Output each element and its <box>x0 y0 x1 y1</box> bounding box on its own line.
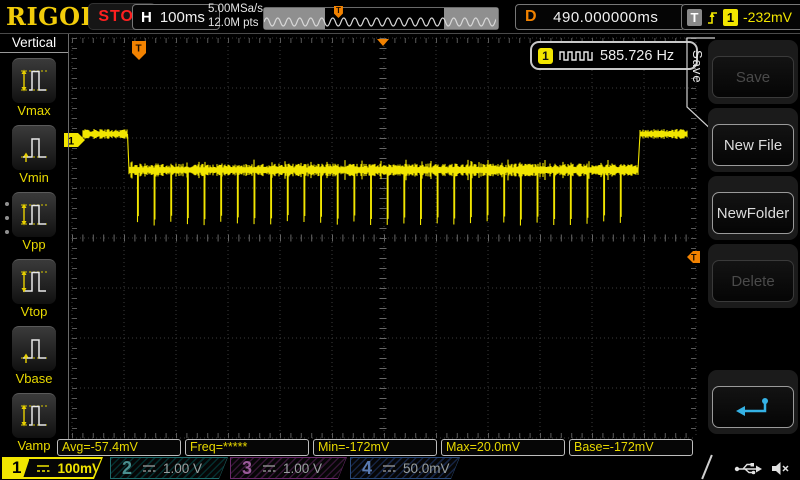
delay-label: D <box>525 8 537 25</box>
measurement-results-bar: Avg=-57.4mV Freq=***** Min=-172mV Max=20… <box>57 439 693 456</box>
channel-status-bar: 1 100mV 2 1.00 V 3 1.00 V 4 50.0mV <box>0 454 800 480</box>
dc-coupling-icon <box>36 463 50 474</box>
sample-rate: 5.00MSa/s <box>208 3 263 15</box>
channel-1-scale: 100mV <box>57 460 101 476</box>
new-folder-button[interactable]: NewFolder <box>712 192 794 234</box>
sidebar-item-label: Vbase <box>15 371 53 386</box>
channel-3-number: 3 <box>241 457 252 478</box>
dc-coupling-icon <box>262 463 276 474</box>
sidebar-item-label: Vpp <box>22 237 46 252</box>
trigger-label: T <box>687 8 702 26</box>
status-separator <box>701 454 713 480</box>
measurement-avg: Avg=-57.4mV <box>57 439 181 456</box>
trigger-level-label: T <box>691 253 697 263</box>
sidebar-item-label: Vmin <box>19 170 49 185</box>
channel-1-number: 1 <box>4 459 29 477</box>
square-wave-icon <box>559 51 593 61</box>
delay-value: 490.000000ms <box>553 8 659 26</box>
sidebar-item-label: Vmax <box>17 103 51 118</box>
channel-2-number: 2 <box>121 457 132 478</box>
menu-slot: NewFolder <box>708 176 798 240</box>
trigger-level-value: -232mV <box>743 9 793 25</box>
measure-sidebar: Vertical Vmax Vmin Vpp Vtop Vbase Vamp <box>0 33 69 453</box>
trigger-status-box[interactable]: T 1 -232mV <box>681 4 800 30</box>
sidebar-item-label: Vtop <box>20 304 48 319</box>
sidebar-item-vtop[interactable]: Vtop <box>12 259 56 319</box>
channel-2-scale: 1.00 V <box>163 460 203 476</box>
menu-slot: Save <box>708 40 798 104</box>
vbase-icon <box>12 326 56 371</box>
channel-4-scale: 50.0mV <box>403 460 450 476</box>
ch1-waveform-trace <box>82 129 688 226</box>
channel-1-tab[interactable]: 1 100mV <box>2 457 103 479</box>
memory-depth: 12.0M pts <box>208 16 259 29</box>
sidebar-item-vmax[interactable]: Vmax <box>12 58 56 118</box>
delay-box[interactable]: D 490.000000ms <box>515 4 685 30</box>
oscilloscope-screen: RIGOL STOP H 100ms 5.00MSa/s 12.0M pts T… <box>0 0 800 480</box>
vamp-icon <box>12 393 56 438</box>
delete-button[interactable]: Delete <box>712 260 794 302</box>
usb-icon <box>734 463 762 475</box>
sidebar-item-vpp[interactable]: Vpp <box>12 192 56 252</box>
timebase-label: H <box>141 8 152 26</box>
memory-position-bar[interactable]: T <box>263 6 499 30</box>
channel-badge: 1 <box>538 47 553 64</box>
memory-waveform-thumbnail <box>264 17 496 27</box>
measurement-min: Min=-172mV <box>313 439 437 456</box>
sidebar-item-vbase[interactable]: Vbase <box>12 326 56 386</box>
channel-4-tab[interactable]: 4 50.0mV <box>350 457 460 479</box>
speaker-muted-icon[interactable] <box>772 461 790 476</box>
sidebar-item-label: Vamp <box>17 438 51 453</box>
menu-slot: New File <box>708 108 798 172</box>
dc-coupling-icon <box>142 463 156 474</box>
rigol-logo: RIGOL <box>6 2 98 31</box>
channel-3-tab[interactable]: 3 1.00 V <box>230 457 347 479</box>
vtop-icon <box>12 259 56 304</box>
top-status-bar: RIGOL STOP H 100ms 5.00MSa/s 12.0M pts T… <box>0 0 800 34</box>
frequency-counter: 1 585.726 Hz <box>530 41 698 70</box>
trigger-source-badge: 1 <box>723 8 738 26</box>
measurement-base: Base=-172mV <box>569 439 693 456</box>
vpp-icon <box>12 192 56 237</box>
dc-coupling-icon <box>382 463 396 474</box>
waveform-display: 1 T T <box>64 37 700 439</box>
new-file-button[interactable]: New File <box>712 124 794 166</box>
rising-edge-icon <box>708 12 717 24</box>
sidebar-title: Vertical <box>0 33 68 53</box>
trigger-position-label: T <box>136 44 142 55</box>
vmax-icon <box>12 58 56 103</box>
frequency-value: 585.726 Hz <box>600 47 675 64</box>
menu-tab-save: Save <box>690 50 705 84</box>
sidebar-item-vamp[interactable]: Vamp <box>12 393 56 453</box>
back-button[interactable] <box>712 386 794 428</box>
channel-4-number: 4 <box>361 457 372 478</box>
channel-2-tab[interactable]: 2 1.00 V <box>110 457 228 479</box>
menu-slot <box>708 370 798 434</box>
sidebar-scroll-dots <box>5 202 9 234</box>
acquisition-info: 5.00MSa/s 12.0M pts <box>208 3 263 30</box>
vmin-icon <box>12 125 56 170</box>
timebase-value: 100ms <box>159 8 205 26</box>
measurement-max: Max=20.0mV <box>441 439 565 456</box>
menu-slot: Delete <box>708 244 798 308</box>
horizontal-timebase-box[interactable]: H 100ms <box>132 4 220 30</box>
sidebar-item-vmin[interactable]: Vmin <box>12 125 56 185</box>
horizontal-center-marker <box>377 39 389 46</box>
measurement-freq: Freq=***** <box>185 439 309 456</box>
channel-3-scale: 1.00 V <box>283 460 323 476</box>
return-arrow-icon <box>736 398 768 416</box>
save-button[interactable]: Save <box>712 56 794 98</box>
